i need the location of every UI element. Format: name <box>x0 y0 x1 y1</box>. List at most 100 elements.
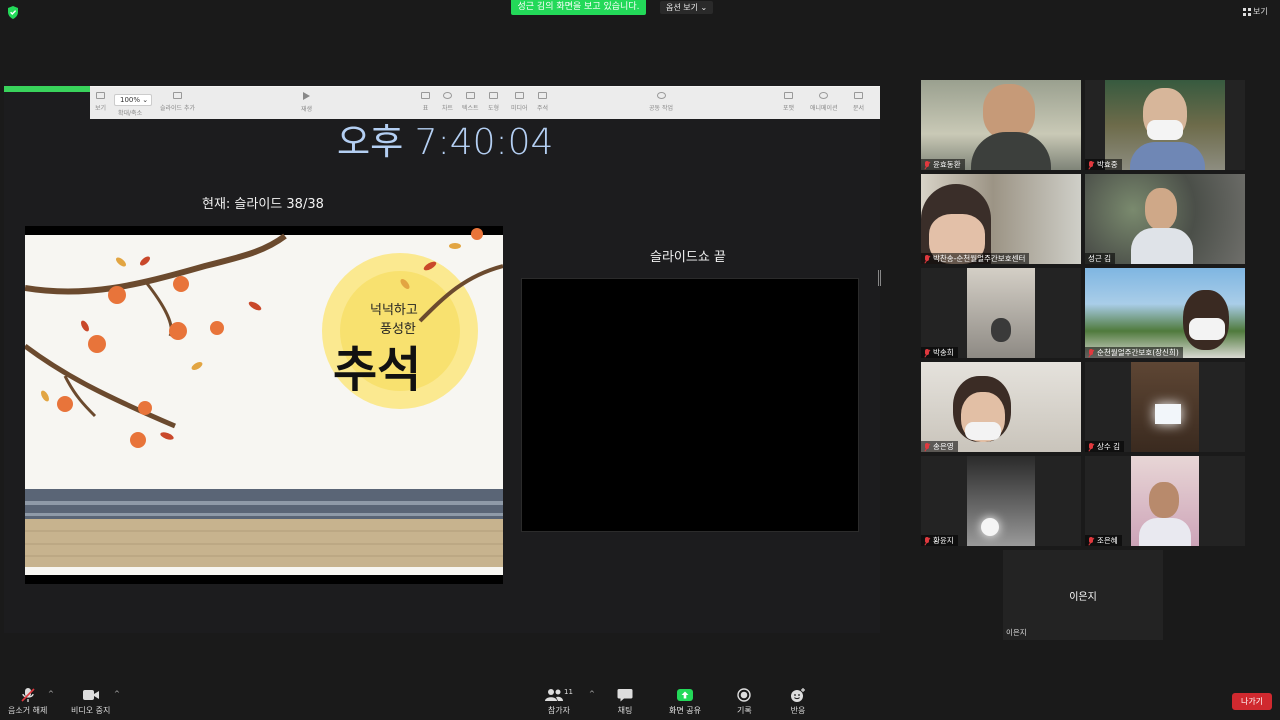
tb-comment: 주석 <box>537 92 548 112</box>
video-tile[interactable]: 순천월얼주간보호(장신희) <box>1085 268 1245 358</box>
screen-share-banner: 성근 김의 화면을 보고 있습니다. <box>511 0 646 15</box>
current-slide-preview: 넉넉하고 풍성한 추석 <box>25 226 503 584</box>
mic-muted-icon <box>924 160 930 169</box>
video-frame <box>967 456 1035 546</box>
view-layout-button[interactable]: 보기 <box>1243 6 1268 17</box>
reactions-button[interactable]: 반응 <box>790 688 806 716</box>
video-tile[interactable]: 상수 김 <box>1085 362 1245 452</box>
zoom-select: 100% ⌄ <box>114 94 152 106</box>
zoom-value: 100% <box>120 96 141 104</box>
video-tile[interactable]: 황윤지 <box>921 456 1081 546</box>
face-mask <box>1189 318 1225 340</box>
play-icon <box>303 92 311 100</box>
video-tile[interactable]: 윤효동환 <box>921 80 1081 170</box>
video-camera-icon <box>82 690 99 700</box>
participant-name-tag: 박송희 <box>921 347 958 358</box>
participant-name-tag: 송은영 <box>921 441 958 452</box>
video-tile[interactable]: 박송희 <box>921 268 1081 358</box>
tb-media: 미디어 <box>511 92 528 112</box>
chart-icon <box>443 92 453 99</box>
share-screen-label: 화면 공유 <box>669 706 701 715</box>
security-shield-icon[interactable] <box>7 6 19 19</box>
face-mask <box>965 422 1001 440</box>
audio-options-caret[interactable]: ^ <box>48 690 54 698</box>
slide-title-main: 추석 <box>333 342 421 398</box>
slide-title-line2: 풍성한 <box>380 322 416 337</box>
view-options-dropdown[interactable]: 옵션 보기 ⌄ <box>660 1 714 14</box>
person-figure <box>1145 188 1177 230</box>
video-tile[interactable]: 송은영 <box>921 362 1081 452</box>
mic-muted-icon <box>21 688 35 702</box>
presenter-clock: 오후 7:40:04 <box>337 122 554 163</box>
animate-icon <box>819 92 829 99</box>
media-icon <box>514 92 524 99</box>
next-slide-label: 슬라이드쇼 끝 <box>650 250 726 265</box>
chat-bubble-icon <box>617 689 633 702</box>
resize-handle[interactable] <box>878 270 881 286</box>
video-frame <box>967 268 1035 358</box>
video-tile-no-video[interactable]: 이은지 이은지 <box>1003 550 1163 640</box>
stop-video-button[interactable]: 비디오 중지 <box>71 688 110 716</box>
chuseok-slide-art: 넉넉하고 풍성한 추석 <box>25 228 503 575</box>
person-body <box>1139 518 1191 546</box>
smiley-plus-icon <box>791 688 805 702</box>
chat-button[interactable]: 채팅 <box>617 688 633 716</box>
leave-button[interactable]: 나가기 <box>1232 693 1272 710</box>
person-body <box>1131 228 1193 264</box>
view-options-label: 옵션 보기 <box>666 3 698 12</box>
slideshow-progress-bar <box>4 86 90 92</box>
participants-label: 참가자 <box>547 706 570 715</box>
mic-muted-icon <box>924 442 930 451</box>
person-figure <box>1149 482 1179 518</box>
mic-muted-icon <box>1088 348 1094 357</box>
tb-play: 재생 <box>301 92 312 113</box>
video-options-caret[interactable]: ^ <box>114 690 120 698</box>
tb-text: 텍스트 <box>462 92 479 112</box>
person-body <box>1130 142 1205 170</box>
participants-icon <box>545 689 563 701</box>
text-icon <box>465 92 475 99</box>
tb-view: 보기 <box>95 92 106 112</box>
video-tile[interactable]: 박찬송-순천월얼주간보호센터 <box>921 174 1081 264</box>
current-slide-label: 현재: 슬라이드 38/38 <box>202 197 324 212</box>
participants-button[interactable]: 11 참가자 <box>545 688 573 716</box>
participant-name-tag: 박효중 <box>1085 159 1122 170</box>
add-slide-icon <box>173 92 183 99</box>
stop-video-label: 비디오 중지 <box>71 706 111 715</box>
table-icon <box>421 92 430 99</box>
ceiling-light <box>1155 404 1181 424</box>
collaborate-icon <box>656 92 666 99</box>
shared-screen: 보기 100% ⌄ 확대/축소 슬라이드 추가 재생 표 차트 텍스트 도형 미… <box>4 80 880 633</box>
unmute-button[interactable]: 음소거 해제 <box>8 688 47 716</box>
record-icon <box>737 688 752 702</box>
grid-icon <box>1243 7 1251 16</box>
mic-muted-icon <box>924 254 930 263</box>
participant-name-tag: 상수 김 <box>1085 441 1125 452</box>
participant-name-tag: 이은지 <box>1006 628 1027 637</box>
record-label: 기록 <box>737 706 752 715</box>
participant-name-tag: 순천월얼주간보호(장신희) <box>1085 347 1183 358</box>
share-screen-icon <box>676 689 693 701</box>
comment-icon <box>538 92 548 99</box>
mic-muted-icon <box>924 536 930 545</box>
tb-shape: 도형 <box>488 92 499 112</box>
participants-count: 11 <box>564 688 573 696</box>
participant-name-tag: 성근 김 <box>1085 253 1116 264</box>
video-tile-active-speaker[interactable]: 성근 김 <box>1085 174 1245 264</box>
participant-name-tag: 윤효동환 <box>921 159 965 170</box>
record-button[interactable]: 기록 <box>737 688 752 716</box>
tb-chart: 차트 <box>442 92 453 112</box>
format-brush-icon <box>784 92 794 99</box>
participant-name-tag: 박찬송-순천월얼주간보호센터 <box>921 253 1030 264</box>
person-figure <box>991 318 1011 342</box>
mic-muted-icon <box>1088 536 1094 545</box>
video-tile[interactable]: 박효중 <box>1085 80 1245 170</box>
video-tile[interactable]: 조은혜 <box>1085 456 1245 546</box>
participant-name-tag: 조은혜 <box>1085 535 1122 546</box>
meeting-controls: 음소거 해제 ^ 비디오 중지 ^ 11 참가자 ^ 채팅 화면 공유 기록 반… <box>0 683 1280 720</box>
share-screen-button[interactable]: 화면 공유 <box>669 688 701 716</box>
participants-options-caret[interactable]: ^ <box>589 690 595 698</box>
view-layout-label: 보기 <box>1253 7 1268 16</box>
tb-animate: 애니메이션 <box>810 92 838 112</box>
face-mask <box>1147 120 1183 140</box>
